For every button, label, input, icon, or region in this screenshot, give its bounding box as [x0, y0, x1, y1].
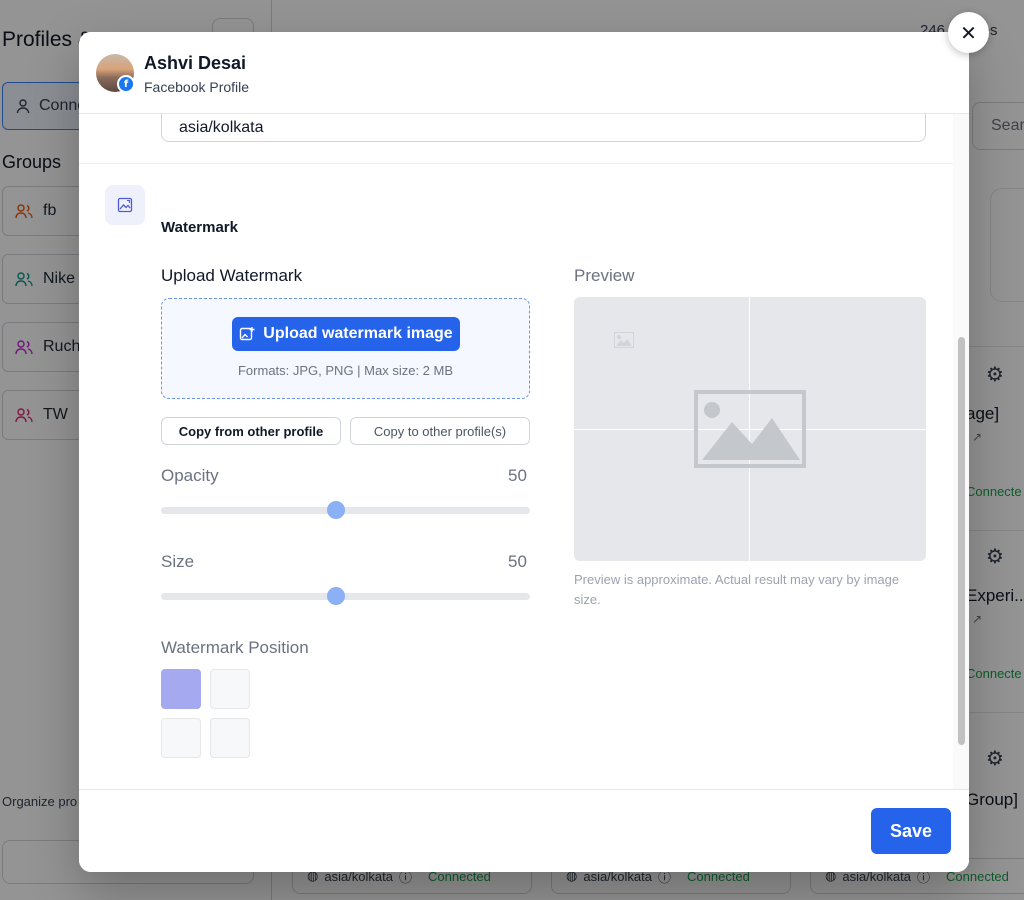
profile-settings-modal: f Ashvi Desai Facebook Profile asia/kolk…	[79, 32, 969, 872]
upload-formats: Formats: JPG, PNG | Max size: 2 MB	[237, 363, 454, 378]
section-title: Watermark	[161, 219, 238, 236]
preview-note: Preview is approximate. Actual result ma…	[574, 572, 900, 607]
position-bottom-left[interactable]	[161, 718, 201, 758]
opacity-slider[interactable]	[161, 507, 530, 514]
position-bottom-right[interactable]	[210, 718, 250, 758]
position-top-left[interactable]	[161, 669, 201, 709]
modal-footer: Save	[79, 789, 969, 872]
opacity-value: 50	[508, 466, 527, 485]
size-value: 50	[508, 552, 527, 571]
modal-body: asia/kolkata Watermark Upload Watermark …	[79, 114, 953, 789]
image-placeholder-icon	[694, 390, 806, 468]
upload-button-label: Upload watermark image	[263, 325, 453, 342]
copy-from-profile-button[interactable]: Copy from other profile	[161, 417, 341, 445]
upload-heading: Upload Watermark	[161, 266, 303, 285]
image-plus-icon	[240, 327, 255, 341]
upload-watermark-button[interactable]: Upload watermark image	[232, 317, 460, 351]
profile-type: Facebook Profile	[144, 79, 250, 95]
small-image-icon	[614, 332, 634, 348]
timezone-field[interactable]: asia/kolkata	[161, 114, 926, 142]
position-label: Watermark Position	[161, 638, 309, 657]
upload-dropzone[interactable]: Upload watermark image Formats: JPG, PNG…	[161, 298, 530, 399]
profile-name: Ashvi Desai	[144, 53, 247, 73]
section-divider	[79, 163, 953, 164]
size-label: Size	[161, 552, 195, 571]
facebook-icon: f	[117, 75, 135, 93]
position-top-right[interactable]	[210, 669, 250, 709]
modal-header: f Ashvi Desai Facebook Profile	[79, 32, 969, 114]
size-slider-handle[interactable]	[327, 587, 345, 605]
image-edit-icon	[105, 185, 145, 225]
opacity-slider-handle[interactable]	[327, 501, 345, 519]
size-slider[interactable]	[161, 593, 530, 600]
watermark-preview	[574, 297, 926, 561]
scrollbar-thumb[interactable]	[958, 337, 965, 745]
close-icon[interactable]: ✕	[948, 12, 989, 53]
save-button[interactable]: Save	[871, 808, 951, 854]
preview-label: Preview	[574, 266, 635, 285]
opacity-label: Opacity	[161, 466, 219, 485]
copy-to-profiles-button[interactable]: Copy to other profile(s)	[350, 417, 530, 445]
